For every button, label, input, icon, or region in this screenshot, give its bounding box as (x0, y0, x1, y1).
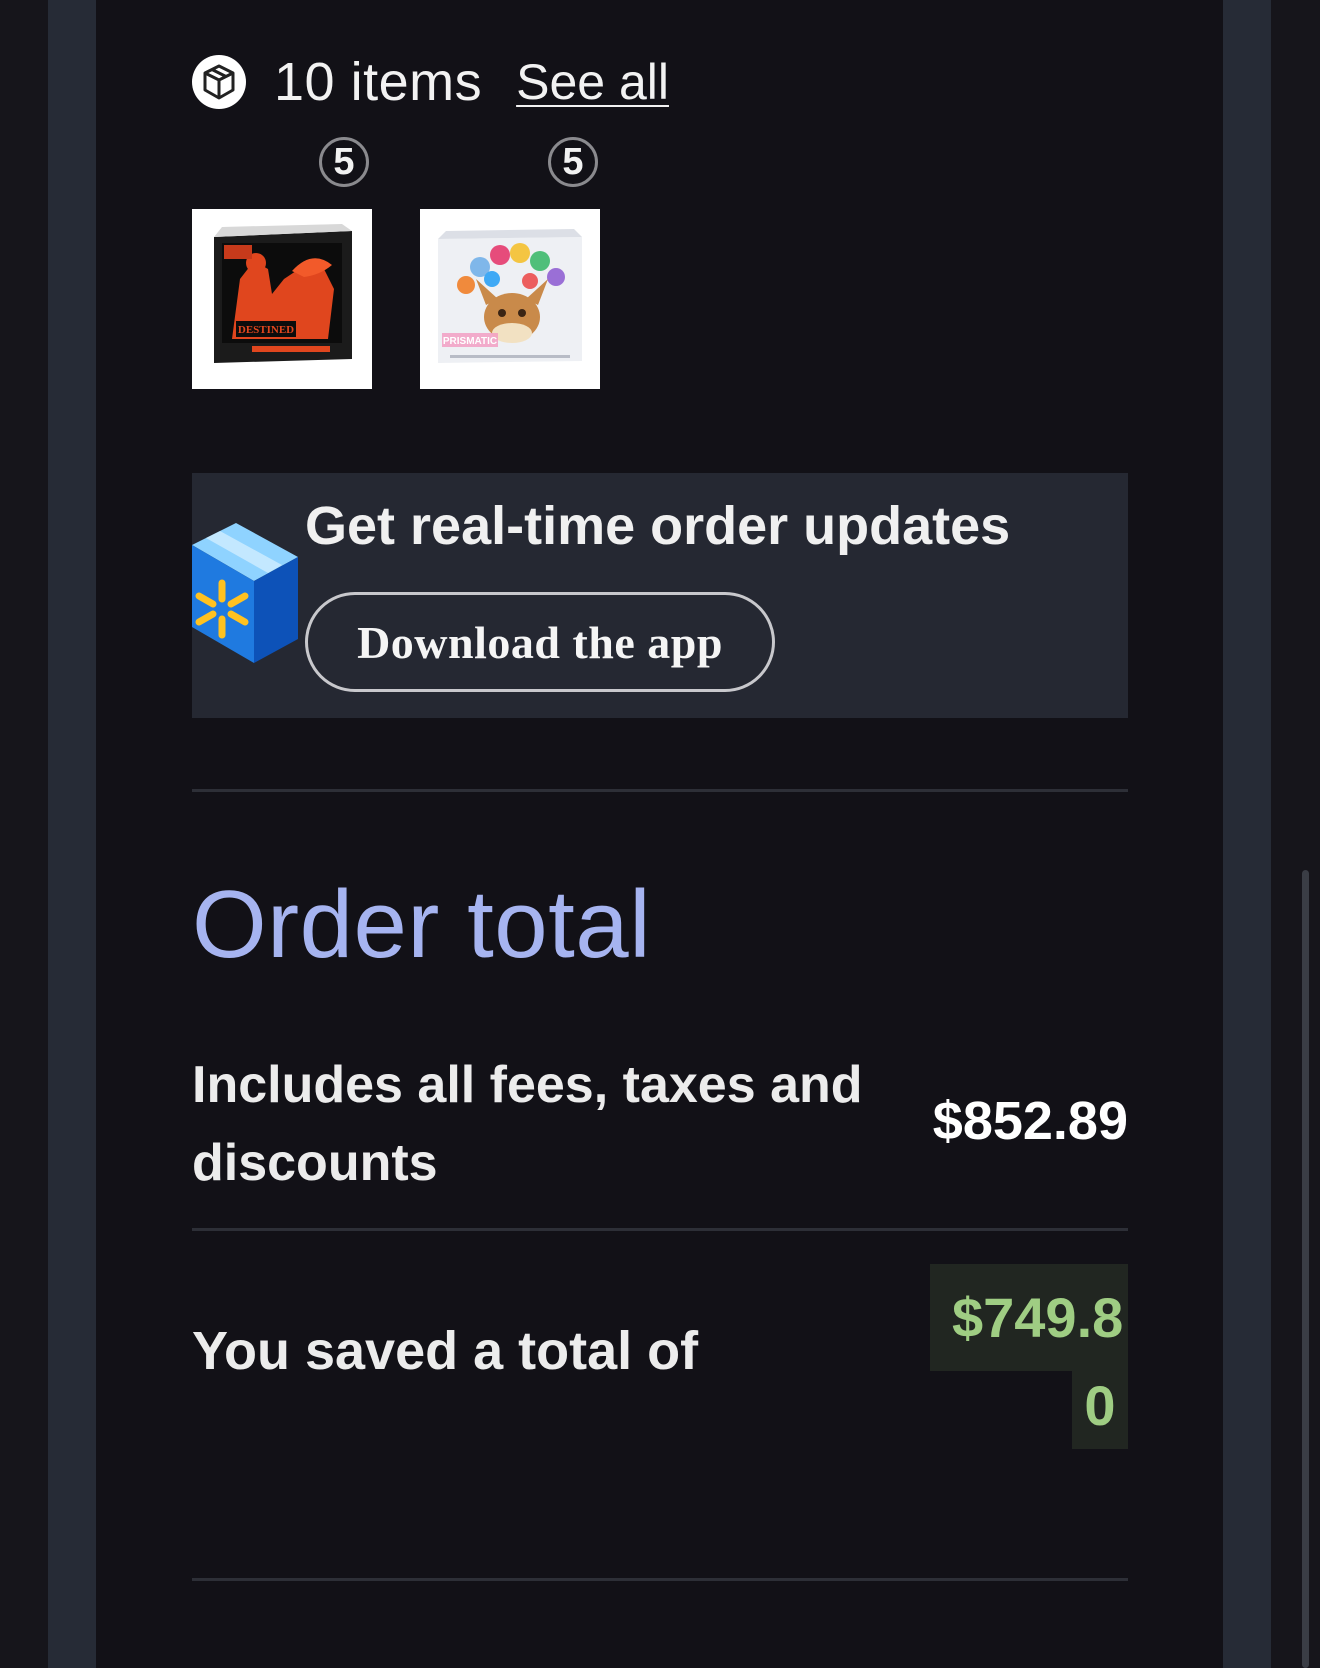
package-box-icon (192, 55, 246, 109)
svg-text:DESTINED: DESTINED (238, 324, 294, 336)
divider (192, 1578, 1128, 1581)
divider (192, 789, 1128, 792)
see-all-link[interactable]: See all (516, 53, 669, 111)
right-gutter (1223, 0, 1271, 1668)
quantity-badge: 5 (319, 137, 369, 187)
product-thumbnail-destined-rivals[interactable]: DESTINED (192, 209, 372, 389)
app-frame: 10 items See all 5 DESTINED 5 PRISMATIC … (0, 0, 1320, 1668)
quantity-badge: 5 (548, 137, 598, 187)
svg-text:PRISMATIC: PRISMATIC (443, 336, 497, 347)
divider (192, 1228, 1128, 1231)
promo-title: Get real-time order updates (305, 496, 1011, 556)
items-header: 10 items See all (192, 52, 669, 112)
download-app-button[interactable]: Download the app (305, 592, 775, 692)
product-thumbnail-prismatic-evolutions[interactable]: PRISMATIC (420, 209, 600, 389)
order-total-title: Order total (192, 871, 652, 978)
order-total-value: $852.89 (932, 1091, 1128, 1151)
fees-label: Includes all fees, taxes and discounts (192, 1056, 863, 1192)
savings-value-wrap: 0 (1072, 1371, 1128, 1449)
savings-value: $749.8 (930, 1264, 1128, 1371)
left-gutter (48, 0, 96, 1668)
items-count: 10 items (274, 52, 483, 112)
savings-label: You saved a total of (192, 1321, 699, 1381)
walmart-box-icon (192, 523, 300, 668)
app-promo-banner: Get real-time order updates Download the… (192, 473, 1128, 718)
scrollbar[interactable] (1302, 870, 1309, 1668)
